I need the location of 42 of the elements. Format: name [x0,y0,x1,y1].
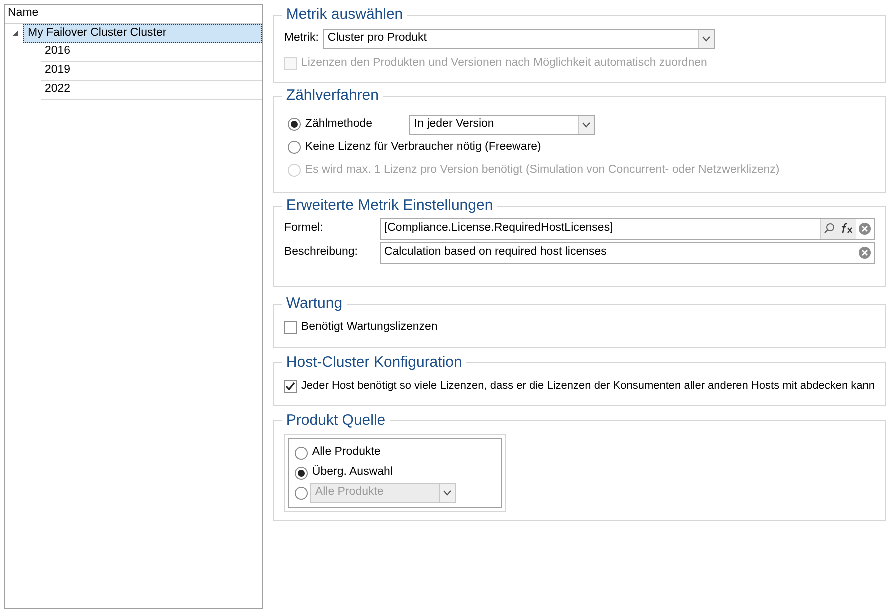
function-button[interactable] [838,218,856,239]
radio-label: Zählmethode [305,117,374,132]
radio-label: Es wird max. 1 Lizenz pro Version benötigt (Simulation von Concurrent- oder Netzwerklizenz) [305,163,780,178]
clear-icon[interactable] [859,222,871,235]
checkbox-label: Lizenzen den Produkten und Versionen nach Möglichkeit automatisch zuordnen [301,56,708,70]
expanded-icon[interactable] [12,30,19,37]
method-dropdown[interactable]: In jeder Version [409,114,596,135]
caret-icon [702,36,711,42]
clear-icon[interactable] [859,246,871,259]
field-label: Formel: [284,221,324,236]
formula-field[interactable]: [Compliance.License.RequiredHostLicenses] [380,218,875,240]
description-field[interactable]: Calculation based on required host licenses [380,242,875,264]
group-title: Wartung [286,294,343,312]
radio-button[interactable] [295,446,308,460]
tree-item[interactable]: My Failover Cluster Cluster [23,24,262,43]
checkbox-label: Jeder Host benötigt so viele Lizenzen, dass er die Lizenzen der Konsumenten aller anderen Hosts mit abdecken kann [301,379,875,394]
checkbox[interactable] [284,321,298,334]
checkbox-label: Benötigt Wartungslizenzen [301,320,438,336]
caret-icon [443,490,452,496]
group-title: Metrik auswählen [286,6,404,23]
tree-item[interactable]: 2022 [41,81,262,100]
radio-button[interactable] [288,141,302,154]
caret-icon [582,122,592,128]
field-label: Metrik: [284,30,319,46]
radio-button[interactable] [288,118,302,132]
radio-label: Keine Lizenz für Verbraucher nötig (Freeware) [305,140,542,156]
group-title: Zählverfahren [286,86,379,104]
radio-button[interactable] [295,466,308,480]
metric-dropdown[interactable]: Cluster pro Produkt [322,28,715,48]
radio-label: Überg. Auswahl [312,464,393,480]
search-button[interactable] [820,218,838,239]
group-title: Produkt Quelle [286,412,386,428]
search-icon [824,223,835,234]
group-title: Host-Cluster Konfiguration [286,354,462,370]
tree-item[interactable]: 2019 [41,62,262,81]
radio-button[interactable] [295,486,308,500]
group-title: Erweiterte Metrik Einstellungen [286,197,494,214]
tree-item[interactable]: 2016 [41,43,262,62]
field-label: Beschreibung: [284,245,359,260]
radio-label: Alle Produkte [312,445,381,460]
function-icon [840,223,854,234]
checkbox[interactable] [284,380,298,393]
